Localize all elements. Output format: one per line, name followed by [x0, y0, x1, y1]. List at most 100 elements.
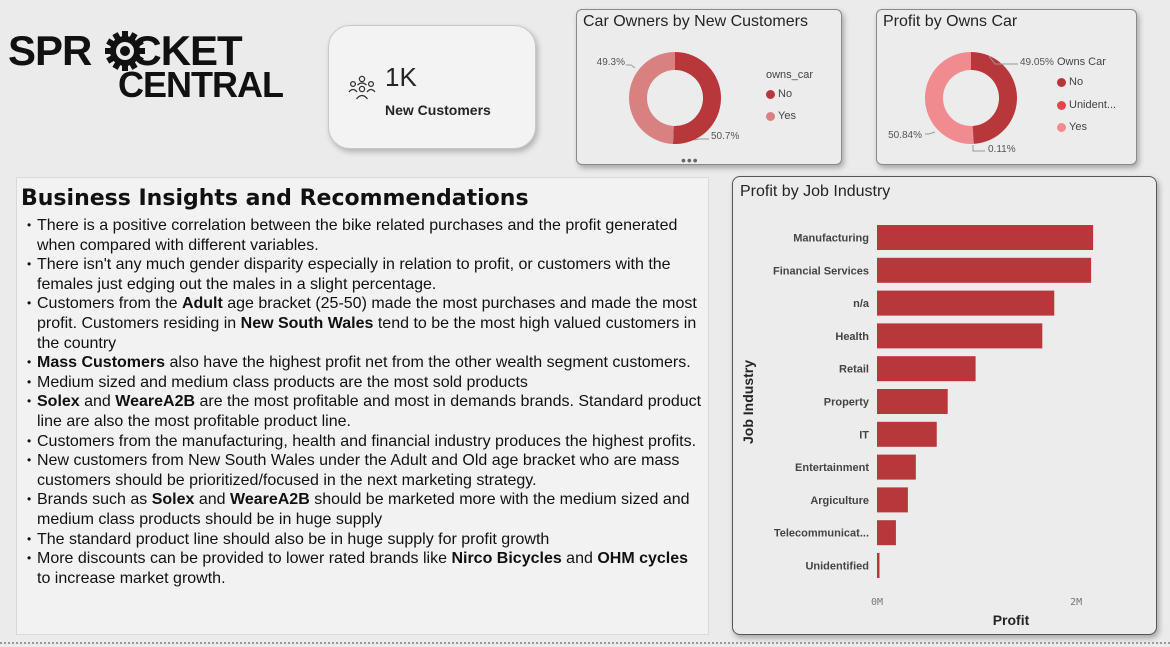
legend-item-yes[interactable]: Yes: [1057, 121, 1087, 133]
insight-bold-text: WeareA2B: [230, 491, 310, 509]
category-label: Unidentified: [805, 561, 869, 573]
bar: [877, 520, 896, 546]
profit-owns-car-donut-chart: 49.05% 0.11% 50.84%: [888, 52, 1054, 155]
insight-text: and: [561, 550, 598, 568]
donut-slice: [971, 52, 1017, 144]
legend-title: owns_car: [766, 69, 814, 81]
category-label: n/a: [853, 298, 870, 310]
category-label: Telecommunicat...: [774, 528, 869, 540]
slice-label: 0.11%: [988, 144, 1016, 155]
legend-item-no[interactable]: No: [1057, 76, 1083, 88]
legend-dot: [1057, 100, 1066, 110]
insight-text: Medium sized and medium class products a…: [37, 373, 528, 391]
people-group-icon: [348, 75, 376, 100]
insight-item: There is a positive correlation between …: [25, 216, 705, 255]
insight-text: The standard product line should also be…: [37, 530, 550, 548]
legend-item-no[interactable]: No: [766, 88, 792, 100]
insight-text: and: [194, 491, 231, 509]
bar: [877, 225, 1094, 250]
bar: [877, 553, 880, 578]
slice-label: 50.84%: [888, 130, 922, 141]
insights-title: Business Insights and Recommendations: [21, 186, 529, 211]
legend-item-unidentified[interactable]: Unident...: [1057, 99, 1116, 111]
category-label: Entertainment: [795, 462, 869, 474]
insight-bold-text: WeareA2B: [115, 393, 196, 411]
insight-text: also have the highest profit net from th…: [165, 354, 691, 372]
category-label: Health: [835, 331, 869, 343]
insight-bold-text: Mass Customers: [37, 354, 166, 372]
insight-text: to increase market growth.: [37, 569, 226, 587]
profit-by-owns-car-card[interactable]: Profit by Owns Car 49.05% 0.11% 50.84% Own…: [876, 9, 1137, 165]
insight-item: Brands such as Solex and WeareA2B should…: [25, 490, 705, 529]
kpi-label: New Customers: [385, 102, 491, 118]
slice-label: 49.3%: [597, 57, 625, 68]
legend-dot: [1057, 77, 1066, 87]
car-owners-donut-chart: 50.7% 49.3%: [597, 52, 739, 144]
sprocket-central-logo: SPR CKET CENTRAL: [8, 30, 284, 105]
insight-text: There is a positive correlation between …: [37, 217, 678, 254]
leader-line: [925, 131, 936, 135]
insight-item: Customers from the Adult age bracket (25…: [25, 294, 705, 353]
gear-tooth: [122, 31, 128, 37]
insight-text: Customers from the: [37, 295, 182, 313]
gear-tooth: [105, 48, 111, 54]
more-options-icon[interactable]: •••: [681, 152, 699, 168]
profit-by-job-industry-bar-chart: Profit by Job Industry Manufacturing Finan…: [740, 183, 1094, 628]
legend-item-yes[interactable]: Yes: [766, 110, 796, 122]
insight-item: Mass Customers also have the highest pro…: [25, 353, 705, 373]
legend-dot: [766, 111, 775, 121]
profit-by-job-industry-card[interactable]: Profit by Job Industry Manufacturing Finan…: [732, 176, 1157, 635]
category-label: Manufacturing: [793, 233, 869, 245]
gear-tooth: [139, 48, 145, 54]
legend-label: Unident...: [1069, 99, 1117, 111]
legend-dot: [1057, 122, 1066, 132]
donut-slice: [924, 52, 974, 144]
category-label: Financial Services: [773, 265, 869, 277]
business-insights-panel: Business Insights and Recommendations Th…: [16, 177, 709, 635]
insight-item: Customers from the manufacturing, health…: [25, 432, 705, 452]
legend-label: No: [1069, 76, 1084, 88]
bar: [877, 356, 976, 382]
page-bottom-border: [0, 642, 1170, 644]
insight-text: More discounts can be provided to lower …: [37, 550, 452, 568]
category-label: Retail: [839, 364, 869, 376]
kpi-value: 1K: [385, 62, 417, 92]
bar: [877, 290, 1055, 316]
category-label: IT: [859, 429, 869, 441]
chart-title: Profit by Job Industry: [740, 183, 890, 200]
insights-list: There is a positive correlation between …: [25, 216, 705, 588]
legend-dot: [766, 89, 775, 99]
insight-text: There isn't any much gender disparity es…: [37, 256, 671, 293]
category-label: Argiculture: [810, 495, 869, 507]
new-customers-card[interactable]: 1K New Customers: [328, 25, 536, 149]
legend-label: Yes: [778, 110, 796, 122]
leader-line: [626, 64, 636, 69]
insight-bold-text: Solex: [37, 393, 80, 411]
bar: [877, 257, 1092, 283]
bar: [877, 487, 908, 513]
logo-text-line2: CENTRAL: [118, 64, 284, 105]
insight-item: There isn't any much gender disparity es…: [25, 255, 705, 294]
bar: [877, 421, 937, 447]
car-owners-chart-card[interactable]: Car Owners by New Customers 50.7% 49.3% o…: [576, 9, 842, 165]
bar: [877, 323, 1043, 349]
insight-bold-text: Nirco Bicycles: [451, 550, 562, 568]
insight-bold-text: Adult: [181, 295, 223, 313]
slice-label: 50.7%: [711, 131, 739, 142]
legend-label: No: [778, 88, 793, 100]
donut-slice: [629, 52, 675, 144]
insight-text: Customers from the manufacturing, health…: [37, 432, 697, 450]
insight-item: Solex and WeareA2B are the most profitab…: [25, 392, 705, 431]
insight-bold-text: Solex: [151, 491, 195, 509]
y-axis-label: Job Industry: [740, 360, 756, 444]
x-axis-label: Profit: [993, 612, 1030, 628]
leader-line: [693, 138, 709, 141]
bar: [877, 454, 916, 480]
category-label: Property: [824, 397, 870, 409]
leader-line: [972, 145, 985, 152]
bar: [877, 389, 948, 414]
insight-text: and: [79, 393, 116, 411]
insight-item: Medium sized and medium class products a…: [25, 373, 705, 393]
x-tick-label: 2M: [1070, 597, 1082, 608]
insight-item: The standard product line should also be…: [25, 530, 705, 550]
